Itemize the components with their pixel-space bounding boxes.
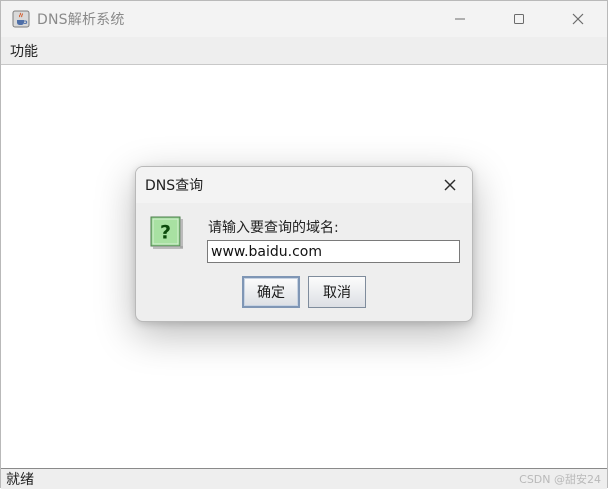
menu-item-function[interactable]: 功能	[1, 39, 47, 63]
cancel-button[interactable]: 取消	[308, 276, 366, 308]
status-text: 就绪	[6, 472, 34, 488]
svg-text:?: ?	[160, 222, 171, 244]
menu-bar: 功能	[1, 37, 607, 65]
title-bar[interactable]: DNS解析系统	[1, 1, 607, 37]
dialog-prompt: 请输入要查询的域名:	[208, 220, 339, 236]
window-controls	[430, 1, 607, 37]
dialog-title: DNS查询	[145, 178, 204, 194]
maximize-button[interactable]	[489, 1, 548, 37]
domain-input[interactable]	[207, 240, 460, 263]
close-icon	[444, 179, 456, 191]
status-bar: 就绪 CSDN @甜安24	[1, 468, 607, 489]
ok-button[interactable]: 确定	[242, 276, 300, 308]
dns-query-dialog: DNS查询 ? 请输入要查询的域名: 确定 取消	[135, 166, 473, 322]
minimize-icon	[454, 18, 465, 20]
minimize-button[interactable]	[430, 1, 489, 37]
close-icon	[572, 13, 583, 25]
watermark: CSDN @甜安24	[519, 473, 601, 486]
question-icon: ?	[150, 216, 183, 249]
window-title: DNS解析系统	[37, 12, 125, 28]
maximize-icon	[513, 14, 524, 24]
dialog-close-button[interactable]	[436, 171, 464, 199]
dialog-title-bar[interactable]: DNS查询	[136, 167, 472, 203]
java-cup-icon	[11, 9, 31, 29]
close-button[interactable]	[548, 1, 607, 37]
